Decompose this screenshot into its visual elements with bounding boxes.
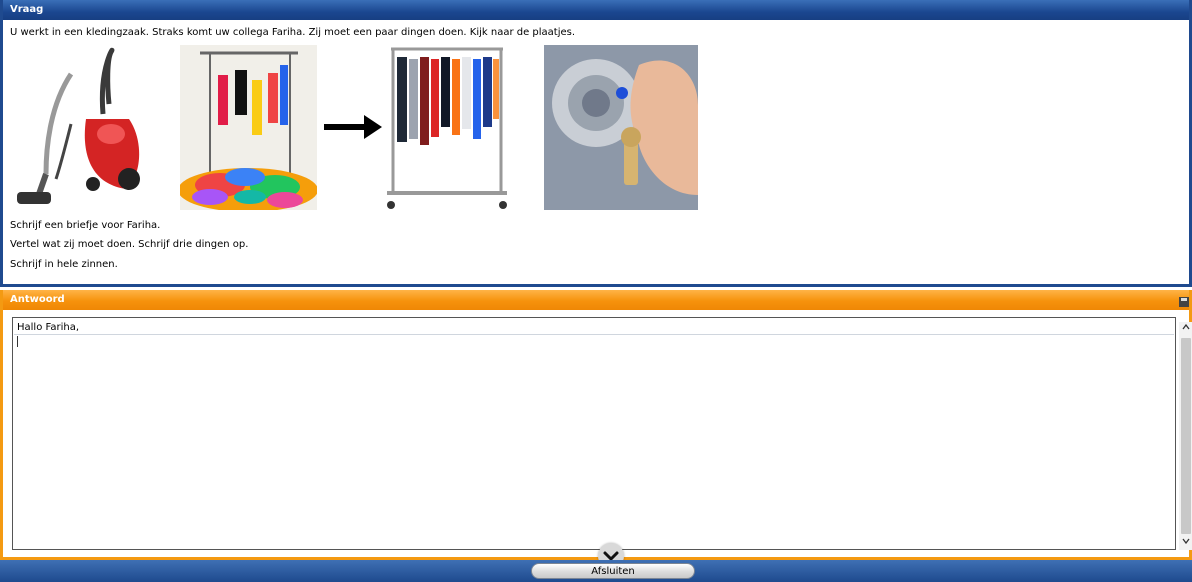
scroll-up-arrow-icon[interactable]: [1182, 324, 1190, 330]
answer-divider: [14, 334, 1174, 335]
answer-header: Antwoord: [3, 290, 1189, 310]
footer-bar: Afsluiten: [0, 560, 1192, 582]
messy-clothes-image: [180, 45, 317, 210]
clothing-rack-image: [385, 45, 509, 212]
close-button[interactable]: Afsluiten: [531, 563, 695, 579]
question-panel: Vraag U werkt in een kledingzaak. Straks…: [0, 0, 1192, 287]
instruction-3: Schrijf in hele zinnen.: [10, 259, 118, 270]
answer-textarea[interactable]: Hallo Fariha,: [12, 317, 1176, 569]
question-header: Vraag: [3, 0, 1189, 20]
save-icon[interactable]: [1179, 293, 1189, 307]
vertical-scrollbar[interactable]: [1179, 322, 1192, 550]
vacuum-cleaner-image: [11, 44, 151, 212]
key-in-lock-image: [544, 45, 698, 210]
text-cursor: [17, 336, 18, 347]
scrollbar-thumb[interactable]: [1181, 338, 1191, 534]
instruction-1: Schrijf een briefje voor Fariha.: [10, 220, 161, 231]
question-intro: U werkt in een kledingzaak. Straks komt …: [10, 27, 576, 38]
scroll-down-arrow-icon[interactable]: [1182, 538, 1190, 544]
answer-text: Hallo Fariha,: [17, 322, 79, 333]
answer-panel: Antwoord Hallo Fariha,: [0, 290, 1192, 569]
instruction-2: Vertel wat zij moet doen. Schrijf drie d…: [10, 239, 249, 250]
arrow-right-icon: [324, 113, 382, 141]
